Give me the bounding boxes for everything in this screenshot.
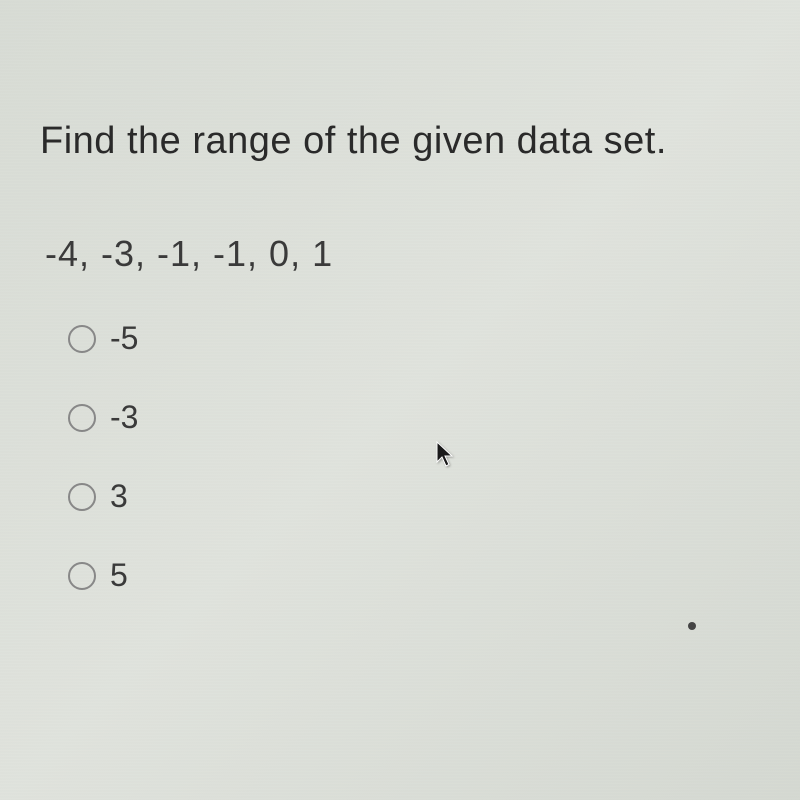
- radio-icon: [68, 562, 96, 590]
- option-a[interactable]: -5: [68, 320, 760, 357]
- option-b[interactable]: -3: [68, 399, 760, 436]
- option-label: 3: [110, 478, 128, 515]
- question-prompt: Find the range of the given data set.: [40, 120, 760, 163]
- option-d[interactable]: 5: [68, 557, 760, 594]
- option-label: -3: [110, 399, 138, 436]
- dot-mark: [688, 622, 696, 630]
- radio-icon: [68, 483, 96, 511]
- data-set-values: -4, -3, -1, -1, 0, 1: [45, 233, 760, 275]
- option-label: -5: [110, 320, 138, 357]
- option-c[interactable]: 3: [68, 478, 760, 515]
- radio-icon: [68, 325, 96, 353]
- radio-icon: [68, 404, 96, 432]
- option-label: 5: [110, 557, 128, 594]
- answer-options: -5 -3 3 5: [68, 320, 760, 594]
